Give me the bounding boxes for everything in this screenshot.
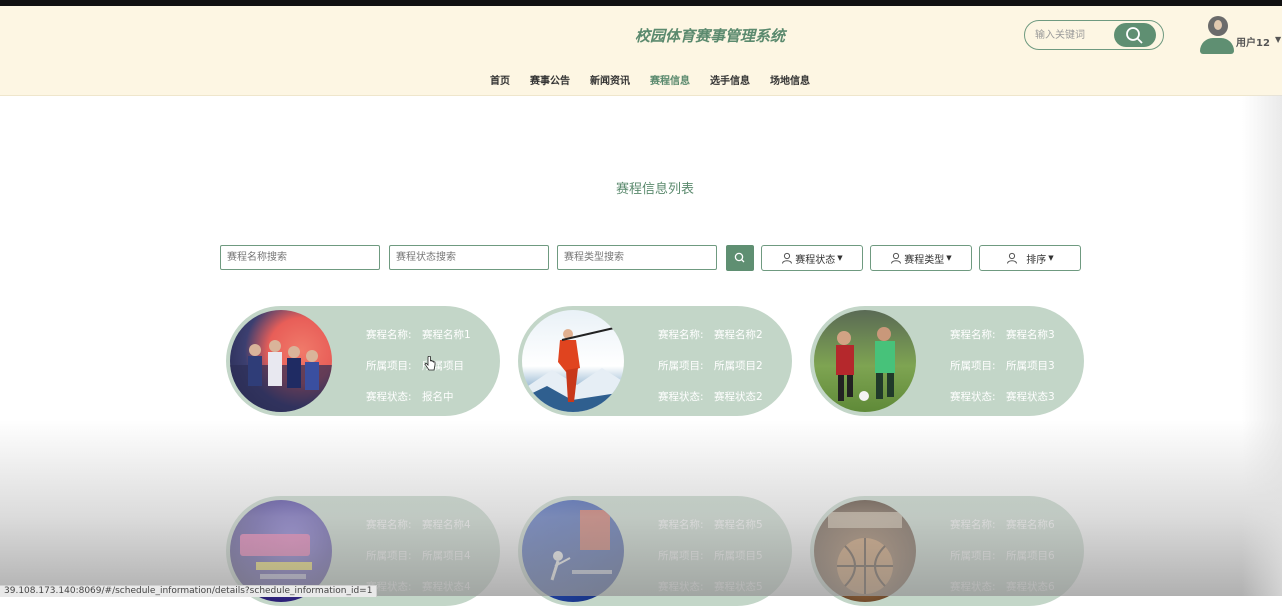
schedule-card[interactable]: 赛程名称: 赛程名称3 所属项目: 所属项目3 赛程状态: 赛程状态3 xyxy=(810,306,1084,416)
label-status: 赛程状态: xyxy=(366,391,412,403)
schedule-project: 所属项目2 xyxy=(714,360,763,372)
status-dropdown[interactable]: 赛程状态 ▼ xyxy=(761,245,863,271)
schedule-status-search-input[interactable] xyxy=(389,245,549,270)
schedule-thumbnail xyxy=(230,310,332,412)
status-bar-url: 39.108.173.140:8069/#/schedule_informati… xyxy=(0,585,378,597)
schedule-thumbnail xyxy=(522,500,624,602)
schedule-name: 赛程名称5 xyxy=(714,519,763,531)
label-project: 所属项目: xyxy=(366,360,412,372)
caret-down-icon: ▼ xyxy=(1048,254,1054,262)
schedule-name: 赛程名称4 xyxy=(422,519,471,531)
schedule-status: 赛程状态5 xyxy=(714,581,763,593)
right-edge-shade xyxy=(1242,95,1282,596)
label-name: 赛程名称: xyxy=(366,329,412,341)
nav-item-schedule[interactable]: 赛程信息 xyxy=(650,72,690,92)
schedule-card[interactable]: 赛程名称: 赛程名称1 所属项目: 所属项目 赛程状态: 报名中 xyxy=(226,306,500,416)
schedule-project: 所属项目6 xyxy=(1006,550,1055,562)
schedule-status: 赛程状态6 xyxy=(1006,581,1055,593)
label-status: 赛程状态: xyxy=(658,581,704,593)
user-menu[interactable]: 用户12 ▼ xyxy=(1198,16,1282,62)
main-nav: 首页 赛事公告 新闻资讯 赛程信息 选手信息 场地信息 xyxy=(480,72,820,92)
schedule-info: 赛程名称: 赛程名称6 所属项目: 所属项目6 赛程状态: 赛程状态6 xyxy=(950,496,1080,606)
label-status: 赛程状态: xyxy=(658,391,704,403)
schedule-status: 赛程状态4 xyxy=(422,581,471,593)
type-dropdown[interactable]: 赛程类型 ▼ xyxy=(870,245,972,271)
sort-dropdown-label: 排序 xyxy=(1026,254,1047,266)
label-name: 赛程名称: xyxy=(366,519,412,531)
avatar xyxy=(1208,16,1228,36)
search-icon xyxy=(1126,27,1143,44)
schedule-card[interactable]: 赛程名称: 赛程名称5 所属项目: 所属项目5 赛程状态: 赛程状态5 xyxy=(518,496,792,606)
schedule-project: 所属项目4 xyxy=(422,550,471,562)
schedule-name: 赛程名称6 xyxy=(1006,519,1055,531)
status-dropdown-label: 赛程状态 xyxy=(795,254,836,266)
schedule-card[interactable]: 赛程名称: 赛程名称6 所属项目: 所属项目6 赛程状态: 赛程状态6 xyxy=(810,496,1084,606)
nav-item-announcements[interactable]: 赛事公告 xyxy=(530,72,570,92)
header-search xyxy=(1024,20,1164,50)
schedule-info: 赛程名称: 赛程名称4 所属项目: 所属项目4 赛程状态: 赛程状态4 xyxy=(366,496,496,606)
header-search-input[interactable] xyxy=(1033,25,1117,45)
hand-cursor-icon xyxy=(424,356,436,371)
label-name: 赛程名称: xyxy=(950,329,996,341)
label-project: 所属项目: xyxy=(950,360,996,372)
schedule-info: 赛程名称: 赛程名称2 所属项目: 所属项目2 赛程状态: 赛程状态2 xyxy=(658,306,788,416)
site-title: 校园体育赛事管理系统 xyxy=(634,27,785,45)
caret-down-icon: ▼ xyxy=(946,254,952,262)
header-search-button[interactable] xyxy=(1114,23,1156,47)
label-name: 赛程名称: xyxy=(950,519,996,531)
schedule-card[interactable]: 赛程名称: 赛程名称2 所属项目: 所属项目2 赛程状态: 赛程状态2 xyxy=(518,306,792,416)
schedule-status: 报名中 xyxy=(422,391,454,403)
label-project: 所属项目: xyxy=(658,360,704,372)
schedule-thumbnail xyxy=(814,310,916,412)
page-title: 赛程信息列表 xyxy=(615,182,694,197)
schedule-status: 赛程状态2 xyxy=(714,391,763,403)
label-status: 赛程状态: xyxy=(950,391,996,403)
nav-item-news[interactable]: 新闻资讯 xyxy=(590,72,630,92)
schedule-name: 赛程名称2 xyxy=(714,329,763,341)
label-project: 所属项目: xyxy=(366,550,412,562)
label-status: 赛程状态: xyxy=(950,581,996,593)
nav-item-home[interactable]: 首页 xyxy=(490,72,510,92)
user-name: 用户12 xyxy=(1236,38,1270,49)
label-project: 所属项目: xyxy=(658,550,704,562)
schedule-name-search-input[interactable] xyxy=(220,245,380,270)
schedule-status: 赛程状态3 xyxy=(1006,391,1055,403)
schedule-name: 赛程名称3 xyxy=(1006,329,1055,341)
site-header: 校园体育赛事管理系统 用户12 ▼ 首页 赛事公告 新闻资讯 赛程信息 选手信息… xyxy=(0,6,1282,96)
user-silhouette-icon xyxy=(1200,38,1234,54)
schedule-project: 所属项目5 xyxy=(714,550,763,562)
label-name: 赛程名称: xyxy=(658,329,704,341)
schedule-thumbnail xyxy=(814,500,916,602)
user-icon xyxy=(1007,252,1018,264)
user-icon xyxy=(891,252,902,264)
filter-search-button[interactable] xyxy=(726,245,754,271)
schedule-type-search-input[interactable] xyxy=(557,245,717,270)
label-project: 所属项目: xyxy=(950,550,996,562)
nav-item-venues[interactable]: 场地信息 xyxy=(770,72,810,92)
nav-item-players[interactable]: 选手信息 xyxy=(710,72,750,92)
type-dropdown-label: 赛程类型 xyxy=(904,254,945,266)
schedule-info: 赛程名称: 赛程名称5 所属项目: 所属项目5 赛程状态: 赛程状态5 xyxy=(658,496,788,606)
search-icon xyxy=(734,252,745,263)
caret-down-icon: ▼ xyxy=(837,254,843,262)
sort-dropdown[interactable]: 排序 ▼ xyxy=(979,245,1081,271)
schedule-project: 所属项目3 xyxy=(1006,360,1055,372)
schedule-thumbnail xyxy=(522,310,624,412)
schedule-name: 赛程名称1 xyxy=(422,329,471,341)
schedule-info: 赛程名称: 赛程名称3 所属项目: 所属项目3 赛程状态: 赛程状态3 xyxy=(950,306,1080,416)
chevron-down-icon: ▼ xyxy=(1275,35,1282,44)
user-icon xyxy=(782,252,793,264)
label-name: 赛程名称: xyxy=(658,519,704,531)
